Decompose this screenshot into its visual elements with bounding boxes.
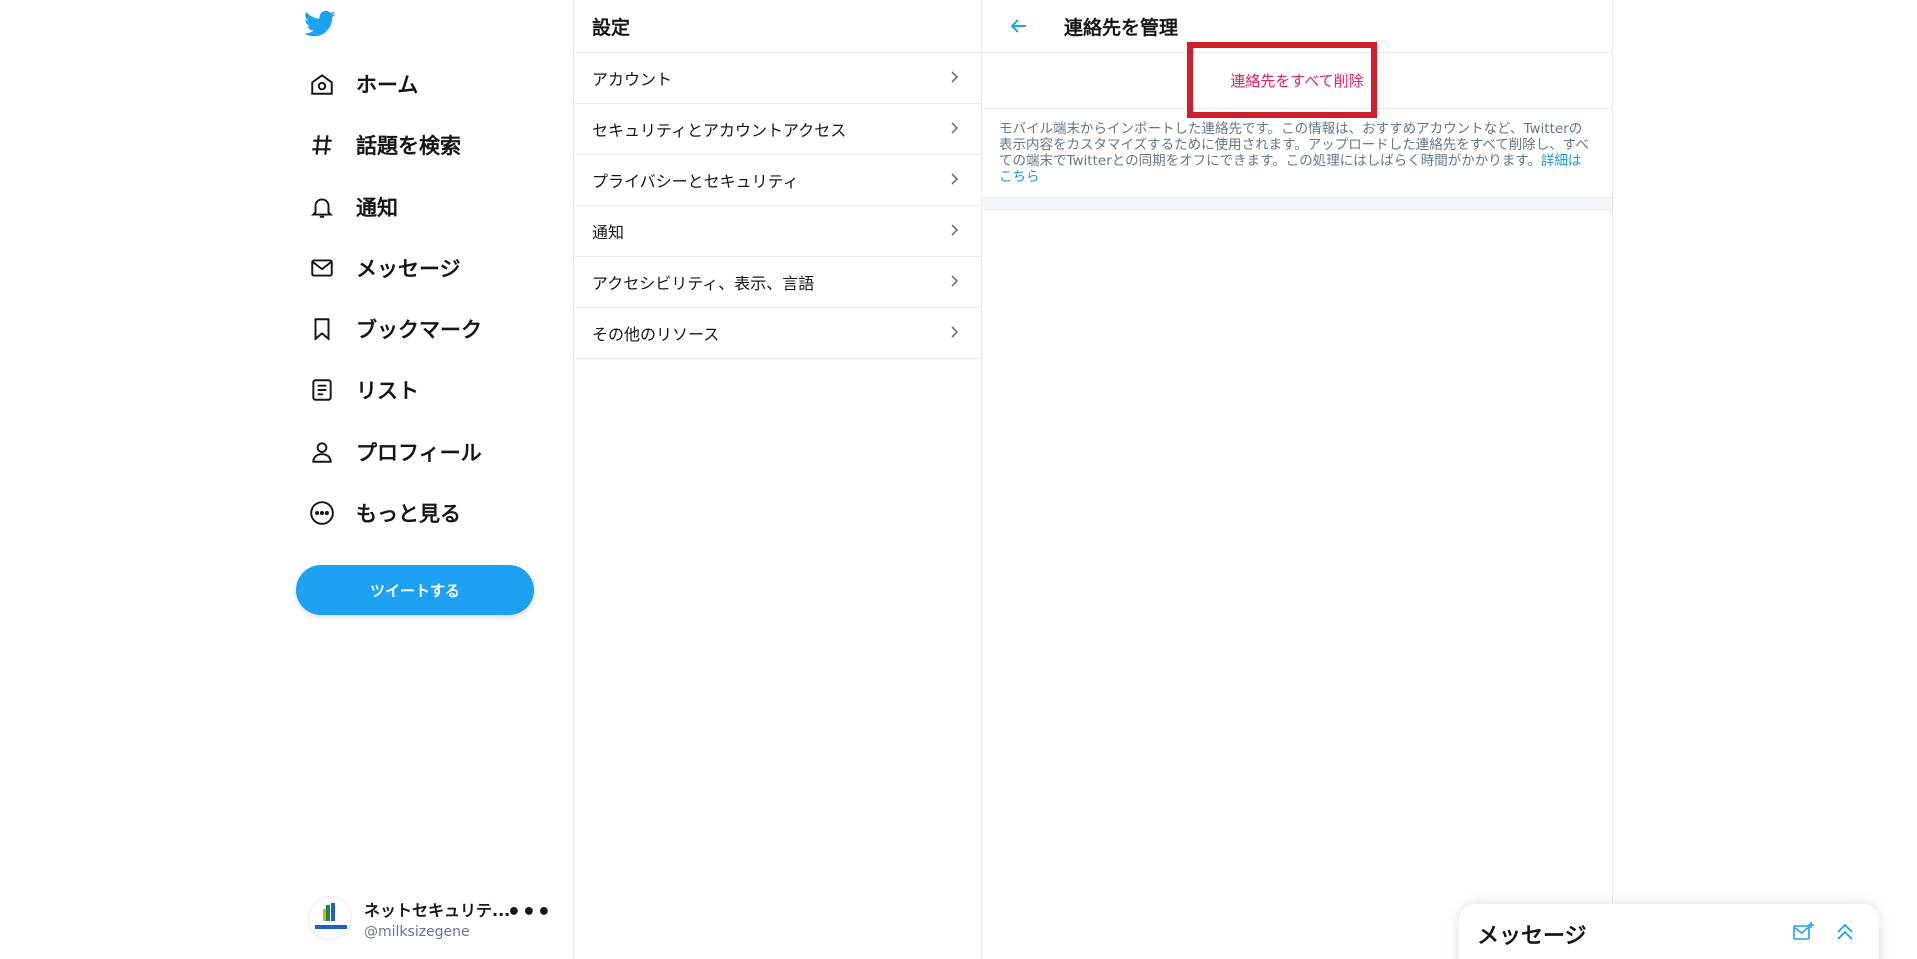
account-switcher[interactable]: ネットセキュリテ... @milksizegene ••• [308, 890, 552, 946]
home-icon [304, 66, 340, 102]
bookmark-icon [304, 311, 340, 347]
detail-header: 連絡先を管理 [982, 0, 1612, 53]
nav-label: 通知 [356, 196, 398, 220]
nav-item-lists[interactable]: リスト [304, 366, 419, 414]
nav-item-more[interactable]: もっと見る [304, 489, 461, 537]
left-navigation: ホーム 話題を検索 通知 メッセージ ブックマーク リスト プロフィール もっと… [0, 0, 573, 959]
chevron-right-icon [947, 273, 961, 292]
back-arrow-icon[interactable] [1004, 11, 1034, 41]
nav-item-messages[interactable]: メッセージ [304, 244, 461, 292]
settings-header: 設定 [574, 0, 981, 53]
settings-item-label: その他のリソース [592, 325, 720, 344]
settings-item-label: セキュリティとアカウントアクセス [592, 121, 847, 140]
messages-drawer-title: メッセージ [1477, 924, 1587, 949]
nav-label: メッセージ [356, 257, 461, 281]
delete-all-contacts-button[interactable]: 連絡先をすべて削除 [1230, 70, 1363, 91]
chevron-right-icon [947, 324, 961, 343]
nav-item-notifications[interactable]: 通知 [304, 183, 398, 231]
page-title: 設定 [592, 16, 631, 39]
avatar [308, 896, 352, 940]
nav-label: 話題を検索 [356, 134, 461, 158]
settings-item-accessibility[interactable]: アクセシビリティ、表示、言語 [574, 257, 981, 308]
settings-item-label: プライバシーとセキュリティ [592, 172, 799, 191]
settings-item-account[interactable]: アカウント [574, 53, 981, 104]
nav-label: プロフィール [356, 441, 482, 465]
settings-item-label: アクセシビリティ、表示、言語 [592, 274, 815, 293]
chevron-double-up-icon[interactable] [1827, 914, 1863, 950]
detail-column: 連絡先を管理 連絡先をすべて削除 モバイル端末からインポートした連絡先です。この… [982, 0, 1613, 959]
more-circle-icon [304, 495, 340, 531]
bell-icon [304, 189, 340, 225]
messages-drawer[interactable]: メッセージ [1459, 904, 1879, 959]
nav-item-explore[interactable]: 話題を検索 [304, 121, 461, 169]
detail-title: 連絡先を管理 [1064, 16, 1179, 39]
settings-item-security[interactable]: セキュリティとアカウントアクセス [574, 104, 981, 155]
nav-item-bookmarks[interactable]: ブックマーク [304, 305, 482, 353]
account-name: ネットセキュリテ... [364, 900, 511, 920]
chevron-right-icon [947, 171, 961, 190]
list-icon [304, 372, 340, 408]
nav-label: ブックマーク [356, 318, 482, 342]
chevron-right-icon [947, 120, 961, 139]
settings-item-notifications[interactable]: 通知 [574, 206, 981, 257]
section-divider [982, 198, 1612, 210]
settings-item-privacy[interactable]: プライバシーとセキュリティ [574, 155, 981, 206]
person-icon [304, 434, 340, 470]
settings-item-label: 通知 [592, 223, 625, 242]
nav-item-home[interactable]: ホーム [304, 60, 418, 108]
chevron-right-icon [947, 222, 961, 241]
nav-label: リスト [356, 379, 419, 403]
chevron-right-icon [947, 69, 961, 88]
envelope-icon [304, 250, 340, 286]
delete-contacts-row: 連絡先をすべて削除 [982, 42, 1612, 118]
nav-item-profile[interactable]: プロフィール [304, 428, 482, 476]
nav-label: もっと見る [356, 502, 461, 526]
contacts-description: モバイル端末からインポートした連絡先です。この情報は、おすすめアカウントなど、T… [982, 109, 1612, 198]
nav-label: ホーム [356, 73, 419, 97]
twitter-logo-icon[interactable] [304, 10, 340, 40]
account-handle: @milksizegene [364, 923, 470, 940]
description-text: モバイル端末からインポートした連絡先です。この情報は、おすすめアカウントなど、T… [999, 121, 1589, 169]
more-dots-icon[interactable]: ••• [507, 900, 552, 925]
settings-item-resources[interactable]: その他のリソース [574, 308, 981, 359]
tweet-button[interactable]: ツイートする [296, 565, 534, 615]
page-scrollbar[interactable] [1900, 0, 1917, 959]
hashtag-icon [304, 127, 340, 163]
settings-column: 設定 アカウント セキュリティとアカウントアクセス プライバシーとセキュリティ … [573, 0, 982, 959]
settings-item-label: アカウント [592, 70, 673, 89]
new-message-icon[interactable] [1785, 914, 1821, 950]
